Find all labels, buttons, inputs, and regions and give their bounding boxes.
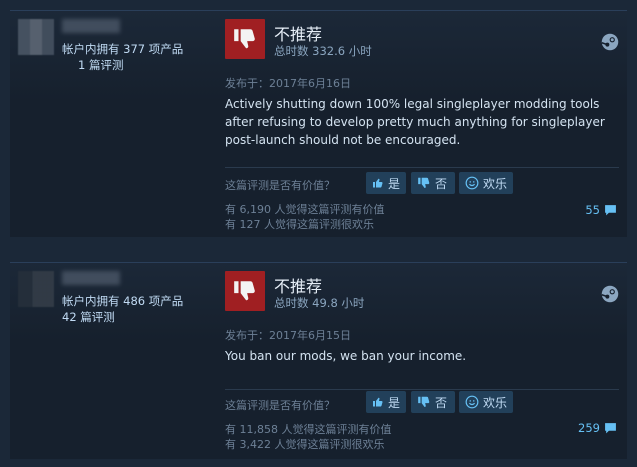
vote-no-button[interactable]: 否 [411, 172, 455, 194]
review-card: 帐户内拥有 377 项产品 1 篇评测 不推荐 总时数 332.6 小时 发布于… [10, 10, 627, 237]
divider [225, 389, 619, 390]
comment-icon [605, 205, 616, 216]
thumbs-down-icon[interactable] [225, 19, 265, 59]
smiley-icon [465, 176, 479, 190]
review-verdict[interactable]: 不推荐 [274, 273, 322, 297]
vote-yes-label: 是 [387, 176, 400, 191]
comments-link[interactable]: 259 [578, 421, 617, 435]
reviewer-avatar[interactable] [18, 19, 54, 55]
vote-yes-button[interactable]: 是 [366, 391, 406, 413]
comments-link[interactable]: 55 [585, 203, 617, 217]
comment-icon [605, 423, 616, 434]
review-verdict[interactable]: 不推荐 [274, 21, 322, 45]
reviews-count[interactable]: 42 篇评测 [62, 310, 115, 325]
helpful-count: 有 11,858 人觉得这篇评测有价值 [225, 423, 392, 436]
vote-funny-label: 欢乐 [483, 176, 508, 191]
review-body: Actively shutting down 100% legal single… [225, 97, 605, 147]
thumbs-down-icon [418, 396, 430, 407]
thumbs-up-icon [372, 178, 383, 188]
thumbs-up-icon [372, 397, 383, 407]
review-card: 帐户内拥有 486 项产品 42 篇评测 不推荐 总时数 49.8 小时 发布于… [10, 262, 627, 459]
funny-count: 有 3,422 人觉得这篇评测很欢乐 [225, 438, 385, 451]
reviewer-name-blurred[interactable] [62, 271, 120, 285]
vote-funny-label: 欢乐 [483, 395, 508, 410]
comments-count: 55 [585, 203, 600, 217]
review-body: You ban our mods, we ban your income. [225, 349, 467, 363]
reviewer-avatar[interactable] [18, 271, 54, 307]
steam-icon [601, 285, 619, 303]
reviewer-info: 帐户内拥有 377 项产品 1 篇评测 [10, 11, 210, 237]
playtime: 总时数 49.8 小时 [274, 296, 365, 310]
products-owned[interactable]: 帐户内拥有 486 项产品 [62, 294, 183, 309]
divider [225, 167, 619, 168]
review-content: 不推荐 总时数 332.6 小时 发布于：2017年6月16日 Actively… [224, 11, 627, 237]
posted-date: 发布于：2017年6月15日 [225, 329, 351, 342]
review-content: 不推荐 总时数 49.8 小时 发布于：2017年6月15日 You ban o… [224, 263, 627, 459]
playtime: 总时数 332.6 小时 [274, 44, 372, 58]
reviews-count[interactable]: 1 篇评测 [78, 58, 123, 73]
vote-yes-button[interactable]: 是 [366, 172, 406, 194]
thumbs-down-icon [418, 177, 430, 188]
funny-count: 有 127 人觉得这篇评测很欢乐 [225, 218, 374, 231]
vote-no-label: 否 [435, 176, 448, 191]
vote-funny-button[interactable]: 欢乐 [459, 172, 513, 194]
helpful-question: 这篇评测是否有价值？ [225, 399, 335, 412]
steam-icon [601, 33, 619, 51]
reviewer-info: 帐户内拥有 486 项产品 42 篇评测 [10, 263, 210, 459]
thumbs-down-icon[interactable] [225, 271, 265, 311]
vote-yes-label: 是 [387, 395, 400, 410]
reviewer-name-blurred[interactable] [62, 19, 120, 33]
comments-count: 259 [578, 421, 600, 435]
posted-date: 发布于：2017年6月16日 [225, 77, 351, 90]
vote-funny-button[interactable]: 欢乐 [459, 391, 513, 413]
helpful-count: 有 6,190 人觉得这篇评测有价值 [225, 203, 385, 216]
vote-no-label: 否 [435, 395, 448, 410]
products-owned[interactable]: 帐户内拥有 377 项产品 [62, 42, 183, 57]
helpful-question: 这篇评测是否有价值？ [225, 179, 335, 192]
vote-no-button[interactable]: 否 [411, 391, 455, 413]
smiley-icon [465, 395, 479, 409]
